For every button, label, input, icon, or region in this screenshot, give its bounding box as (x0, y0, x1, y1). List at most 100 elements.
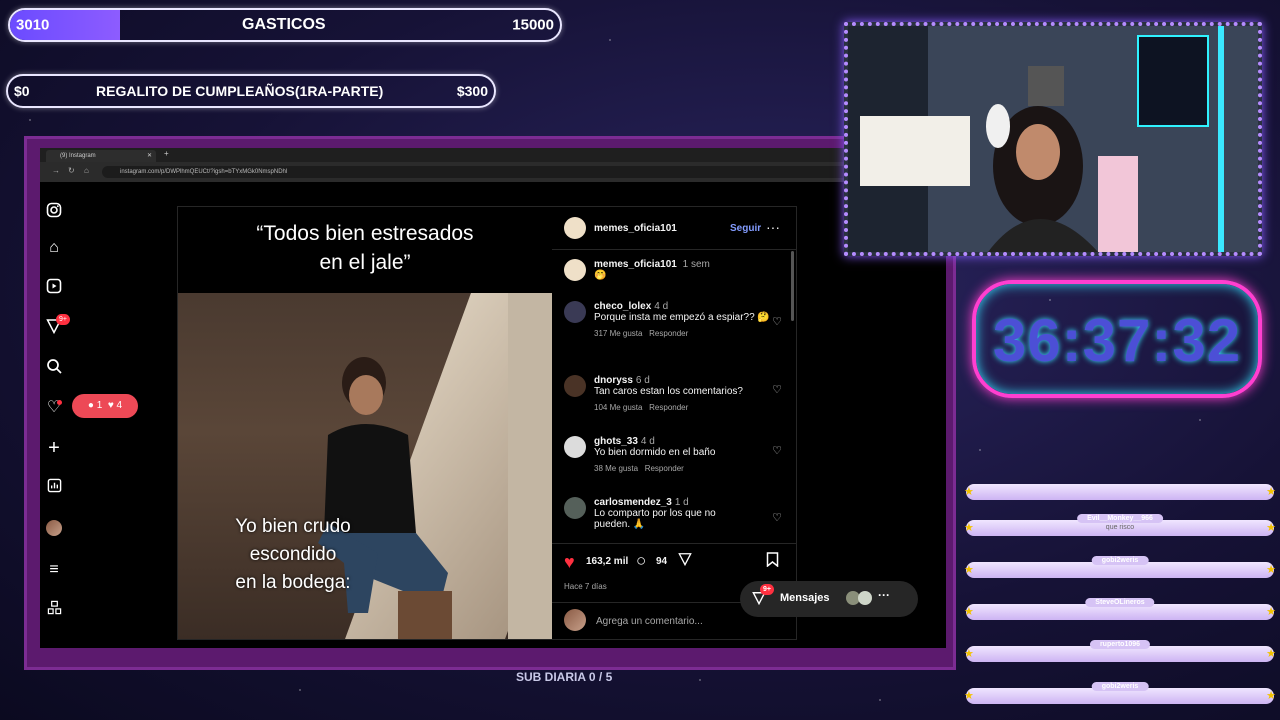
messages-badge: 9+ (760, 584, 774, 595)
like-comment-icon[interactable]: ♡ (772, 444, 782, 457)
pillar (508, 293, 552, 639)
comment-user[interactable]: ghots_33 (594, 436, 638, 447)
browser-tab[interactable]: (9) Instagram ✕ (46, 150, 156, 162)
more-dots-icon[interactable]: ··· (766, 219, 780, 235)
reply-button[interactable]: Responder (649, 403, 688, 412)
comment-text: Yo bien dormido en el baño (594, 447, 716, 458)
create-plus-icon[interactable]: + (44, 438, 64, 458)
comment-likes[interactable]: 104 Me gusta (594, 403, 642, 412)
post-media[interactable]: “Todos bien estresados en el jale” Yo bi… (178, 207, 552, 639)
follow-button[interactable]: Seguir (730, 223, 761, 234)
close-tab-icon[interactable]: ✕ (147, 150, 152, 162)
search-icon[interactable] (44, 358, 64, 378)
author-avatar[interactable] (564, 217, 586, 239)
reply-button[interactable]: Responder (645, 464, 684, 473)
comment-bubble-icon: ● (87, 400, 94, 411)
comment-avatar[interactable] (564, 497, 586, 519)
goal-title: GASTICOS (242, 16, 326, 33)
comment-time: 4 d (640, 436, 655, 447)
comment-likes[interactable]: 317 Me gusta (594, 329, 642, 338)
like-comment-icon[interactable]: ♡ (772, 315, 782, 328)
star-icon: ★ (1266, 522, 1276, 534)
star-icon: ★ (1266, 606, 1276, 618)
comment-user[interactable]: carlosmendez_3 (594, 497, 672, 508)
like-comment-icon[interactable]: ♡ (772, 511, 782, 524)
comment-item: ghots_33 4 d Yo bien dormido en el baño 3… (564, 436, 782, 473)
comment-avatar[interactable] (564, 436, 586, 458)
chat-message: gobi2weris ★ ★ (964, 556, 1276, 578)
messages-label: Mensajes (780, 592, 830, 604)
meme-top-text: “Todos bien estresados en el jale” (256, 222, 474, 274)
comment-user[interactable]: checo_lolex (594, 301, 651, 312)
add-comment-input[interactable]: Agrega un comentario... (596, 616, 703, 627)
messages-pill[interactable]: 9+ Mensajes ··· (740, 581, 918, 617)
home-nav-icon[interactable]: ⌂ (44, 238, 64, 258)
save-bookmark-icon[interactable] (766, 552, 779, 570)
comment-user[interactable]: dnoryss (594, 375, 633, 386)
post-header: memes_oficia101 Seguir ··· (552, 207, 796, 250)
new-tab-icon[interactable]: + (164, 149, 169, 158)
activity-notification-pill[interactable]: ● 1 ♥ 4 (72, 394, 138, 418)
comment-likes[interactable]: 38 Me gusta (594, 464, 638, 473)
goal-current: 3010 (16, 16, 50, 34)
star-icon: ★ (964, 486, 974, 498)
instagram-logo-icon[interactable] (44, 202, 64, 222)
reply-button[interactable]: Responder (649, 329, 688, 338)
back-icon[interactable]: → (52, 166, 60, 175)
notification-badge: 9+ (56, 314, 70, 325)
goal-bar-regalito: $0 REGALITO DE CUMPLEAÑOS(1RA-PARTE) $30… (6, 74, 496, 108)
direct-messages-icon[interactable]: 9+ (44, 314, 70, 338)
chat-message: ruperto1096 ★ ★ (964, 640, 1276, 662)
contact-avatar (858, 591, 872, 605)
caption-time: 1 sem (682, 259, 710, 270)
reels-icon[interactable] (44, 278, 64, 298)
comment-count: 94 (656, 556, 668, 567)
caption-emoji: 🤭 (594, 270, 607, 281)
caption-author[interactable]: memes_oficia101 (594, 259, 677, 270)
comment-item: carlosmendez_3 1 d Lo comparto por los qu… (564, 497, 782, 530)
menu-hamburger-icon[interactable]: ≡ (44, 560, 64, 580)
webcam-scene (848, 26, 1258, 252)
meme-photo: Yo bien crudo escondido en la bodega: (178, 293, 552, 639)
instagram-post: “Todos bien estresados en el jale” Yo bi… (177, 206, 797, 640)
chat-username: Evil__Monkey__966 (1077, 514, 1163, 523)
home-icon[interactable]: ⌂ (84, 166, 89, 175)
star-icon: ★ (1266, 486, 1276, 498)
also-from-meta-icon[interactable] (44, 600, 64, 620)
url-field[interactable]: instagram.com/p/DWPlhmQEUCt/?igsh=bTYxMG… (102, 166, 936, 178)
comment-item: checo_lolex 4 d Porque insta me empezó a … (564, 301, 782, 338)
share-icon[interactable] (678, 552, 692, 569)
star-icon: ★ (964, 648, 974, 660)
browser-window: (9) Instagram ✕ + → ↻ ⌂ instagram.com/p/… (40, 148, 946, 648)
comments-panel: memes_oficia101 Seguir ··· memes_oficia1… (552, 207, 796, 639)
author-name[interactable]: memes_oficia101 (594, 223, 677, 234)
post-time: Hace 7 días (564, 582, 607, 591)
comment-text: Lo comparto por los que no pueden. 🙏 (594, 508, 716, 530)
countdown-timer: 36:37:32 (972, 280, 1262, 398)
star-icon: ★ (1266, 690, 1276, 702)
activity-like-count: 4 (116, 400, 123, 411)
reload-icon[interactable]: ↻ (68, 166, 75, 175)
like-comment-icon[interactable]: ♡ (772, 383, 782, 396)
comment-time: 4 d (654, 301, 669, 312)
notifications-heart-icon[interactable]: ♡ (44, 398, 64, 418)
profile-avatar-icon[interactable] (44, 518, 64, 538)
dashboard-icon[interactable] (44, 478, 64, 498)
chat-message: SteveOLineros ★ ★ (964, 598, 1276, 620)
comment-text: Porque insta me empezó a espiar?? 🤔 (594, 312, 770, 323)
notification-dot (57, 400, 62, 405)
comment-icon[interactable]: ○ (636, 551, 646, 571)
more-contacts-icon: ··· (878, 588, 890, 602)
chat-message: ★ ★ (964, 484, 1276, 500)
comments-scrollbar[interactable] (791, 251, 794, 321)
comment-avatar[interactable] (564, 301, 586, 323)
meme-bottom-text: Yo bien crudo escondido en la bodega: (235, 516, 351, 593)
comment-avatar[interactable] (564, 375, 586, 397)
comment-time: 1 d (674, 497, 689, 508)
like-count[interactable]: 163,2 mil (586, 556, 628, 567)
like-heart-icon[interactable]: ♥ (564, 552, 575, 573)
caption-avatar[interactable] (564, 259, 586, 281)
sub-goal-label: SUB DIARIA 0 / 5 (516, 670, 613, 684)
goal-current: $0 (14, 83, 30, 99)
tab-bar: (9) Instagram ✕ + (40, 148, 946, 162)
